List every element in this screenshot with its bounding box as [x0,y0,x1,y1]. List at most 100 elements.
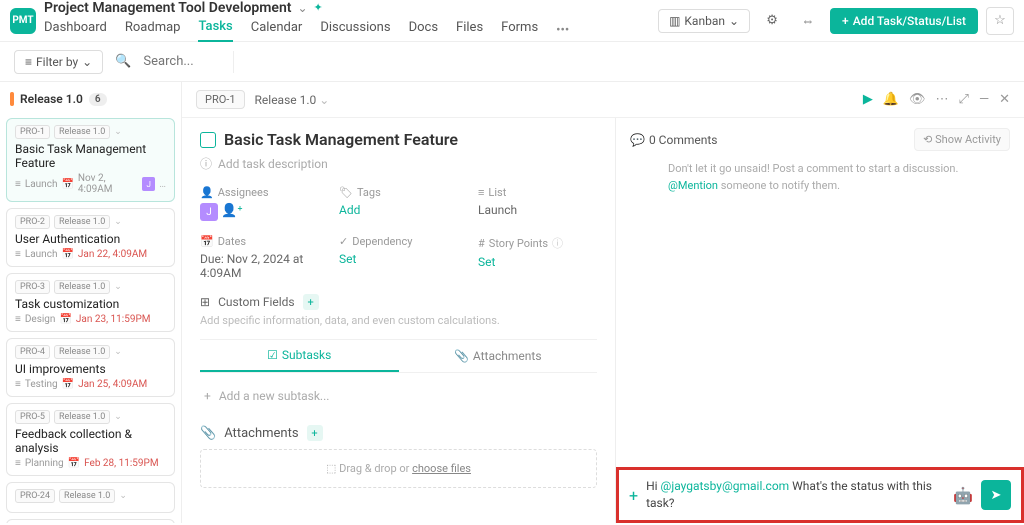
assignees-label: 👤 Assignees [200,186,319,199]
tab-roadmap[interactable]: Roadmap [125,20,181,41]
avatar: J [142,177,155,191]
robot-icon[interactable]: 🤖 [953,486,973,505]
release-count-badge: 6 [89,93,107,106]
activity-icon: ⟲ [923,133,932,146]
task-sidebar: Release 1.0 6 PRO-1Release 1.0⌄ Basic Ta… [0,82,182,523]
checkbox-icon[interactable] [200,132,216,148]
dependency-label: ✓ Dependency [339,235,458,248]
search-input[interactable] [143,54,223,69]
comment-placeholder-hint: Don't let it go unsaid! Post a comment t… [616,161,1024,194]
help-icon[interactable]: ⓘ [552,235,563,251]
user-icon: 👤 [200,186,214,199]
tab-discussions[interactable]: Discussions [320,20,390,41]
custom-fields-label: Custom Fields [218,295,295,309]
kanban-icon: ▥ [669,14,680,28]
tab-dashboard[interactable]: Dashboard [44,20,107,41]
more-tabs-icon[interactable]: ••• [556,23,569,38]
project-title[interactable]: Project Management Tool Development [44,0,291,16]
show-activity-button[interactable]: ⟲ Show Activity [914,128,1010,151]
add-custom-field-button[interactable]: + [303,294,319,310]
list-label: ≡ List [478,186,597,199]
dates-value[interactable]: Due: Nov 2, 2024 at 4:09AM [200,252,319,280]
task-id-badge: PRO-1 [15,125,50,139]
chevron-down-icon[interactable]: ⌄ [119,491,127,501]
task-card[interactable]: PRO-4Release 1.0⌄ UI improvements ≡ Test… [6,338,175,397]
task-release-badge: Release 1.0 [59,489,115,503]
minimize-icon[interactable]: — [979,92,989,107]
task-card[interactable]: PRO-24 Release 1.0 ⌄ [6,482,175,513]
breadcrumb-id[interactable]: PRO-1 [196,90,245,109]
tags-label: 🏷 Tags [339,186,458,199]
chevron-down-icon[interactable]: ⌄ [297,1,307,15]
tab-tasks[interactable]: Tasks [198,19,232,42]
task-id-badge: PRO-5 [15,410,50,424]
add-new-task-button[interactable]: Add a new task [6,519,175,523]
search-icon: 🔍 [115,54,131,69]
mention-link[interactable]: @Mention [668,179,718,192]
upload-icon: ⬚ [326,462,336,475]
custom-fields-icon: ⊞ [200,295,210,309]
chevron-down-icon[interactable]: ⌄ [114,217,122,227]
tags-add[interactable]: Add [339,203,458,217]
tab-docs[interactable]: Docs [409,20,438,41]
choose-files-link[interactable]: choose files [412,462,471,475]
mention-chip[interactable]: @jaygatsby@gmail.com [661,479,790,493]
more-icon[interactable]: ⋯ [936,92,949,107]
star-icon[interactable]: ☆ [986,7,1014,35]
subtask-icon: ☑ [267,348,278,362]
send-button[interactable]: ➤ [981,480,1011,510]
list-value[interactable]: Launch [478,203,597,217]
list-icon: ≡ [15,379,21,390]
expand-icon[interactable]: ⤢ [959,92,969,107]
release-label: Release 1.0 [20,92,83,106]
subtab-subtasks[interactable]: ☑ Subtasks [200,340,399,372]
view-kanban-button[interactable]: ▥ Kanban ⌄ [658,9,750,33]
comment-input[interactable]: Hi @jaygatsby@gmail.com What's the statu… [646,478,945,512]
task-card[interactable]: PRO-3Release 1.0⌄ Task customization ≡ D… [6,273,175,332]
storypoints-set[interactable]: Set [478,255,597,269]
sparkle-icon[interactable]: ✦ [314,1,323,14]
plus-icon: + [204,389,211,403]
custom-fields-hint: Add specific information, data, and even… [200,314,597,327]
release-header[interactable]: Release 1.0 6 [6,86,175,112]
add-attachment-button[interactable]: + [307,425,323,441]
gear-icon[interactable]: ⚙ [758,7,786,35]
attachment-dropzone[interactable]: ⬚ Drag & drop or choose files [200,449,597,488]
attachments-label: Attachments [224,426,298,441]
bell-icon[interactable]: 🔔 [883,92,899,107]
storypoints-label: # Story Pointsⓘ [478,235,597,251]
tab-files[interactable]: Files [456,20,483,41]
task-id-badge: PRO-2 [15,215,50,229]
attachment-icon: 📎 [200,426,216,441]
filter-button[interactable]: ≡ Filter by ⌄ [14,50,103,74]
share-icon[interactable]: ⇔ [794,7,822,35]
task-id-badge: PRO-24 [15,489,55,503]
list-icon: ≡ [15,458,21,469]
chevron-down-icon[interactable]: ⌄ [114,127,122,137]
plus-icon: + [842,14,849,28]
chevron-down-icon[interactable]: ⌄ [114,282,122,292]
app-logo[interactable]: PMT [10,8,36,34]
list-icon: ≡ [15,249,21,260]
subtab-attachments[interactable]: 📎 Attachments [399,340,598,372]
chevron-down-icon[interactable]: ⌄ [114,347,122,357]
add-description[interactable]: ⓘ Add task description [200,155,597,172]
avatar[interactable]: J [200,203,218,221]
task-card[interactable]: PRO-1Release 1.0⌄ Basic Task Management … [6,118,175,202]
breadcrumb-release[interactable]: Release 1.0 ⌄ [255,93,330,107]
play-icon[interactable]: ▶ [863,92,873,107]
tab-calendar[interactable]: Calendar [251,20,303,41]
add-subtask-button[interactable]: + Add a new subtask... [200,381,597,411]
add-task-button[interactable]: + Add Task/Status/List [830,8,978,34]
add-attachment-icon[interactable]: + [629,486,638,505]
task-card[interactable]: PRO-2Release 1.0⌄ User Authentication ≡ … [6,208,175,267]
task-title: Task customization [15,297,166,311]
task-heading[interactable]: Basic Task Management Feature [224,130,458,149]
task-card[interactable]: PRO-5Release 1.0⌄ Feedback collection & … [6,403,175,476]
eye-icon[interactable]: 👁 [909,92,926,107]
close-icon[interactable]: ✕ [999,92,1010,107]
add-assignee-icon[interactable]: 👤⁺ [221,204,242,219]
tab-forms[interactable]: Forms [501,20,538,41]
dependency-set[interactable]: Set [339,252,458,266]
chevron-down-icon[interactable]: ⌄ [114,412,122,422]
